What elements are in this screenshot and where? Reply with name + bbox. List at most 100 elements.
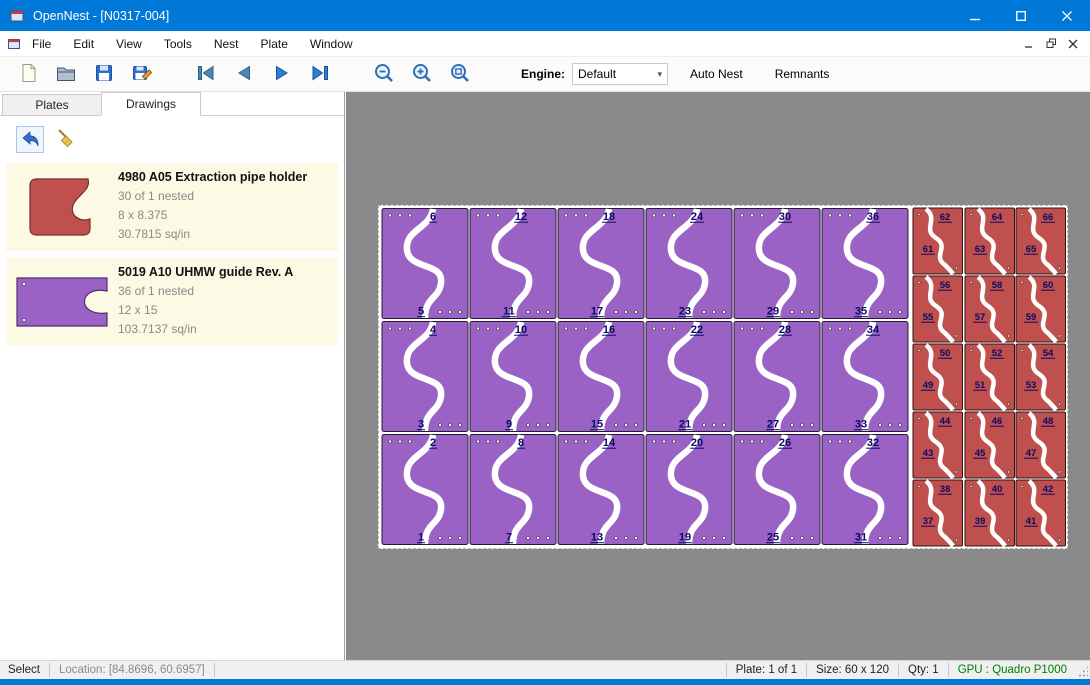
menu-plate[interactable]: Plate — [250, 33, 299, 55]
svg-text:2: 2 — [430, 437, 436, 449]
nest-part-pair[interactable]: 6665 — [1015, 207, 1067, 275]
nest-part-pair[interactable]: 43 — [381, 320, 469, 433]
nest-part-pair[interactable]: 2827 — [733, 320, 821, 433]
svg-text:8: 8 — [518, 437, 524, 449]
mdi-child-icon[interactable] — [7, 37, 21, 51]
first-plate-button[interactable] — [190, 59, 222, 89]
tab-drawings[interactable]: Drawings — [101, 92, 201, 116]
menu-bar: File Edit View Tools Nest Plate Window — [0, 31, 1090, 57]
zoom-in-button[interactable] — [406, 59, 438, 89]
maximize-button[interactable] — [998, 0, 1044, 31]
new-button[interactable] — [12, 59, 44, 89]
purple-grid: 65 1211 1817 2423 3029 3635 43 1 — [381, 207, 909, 546]
nest-part-pair[interactable]: 2221 — [645, 320, 733, 433]
menu-window[interactable]: Window — [299, 33, 364, 55]
svg-text:35: 35 — [855, 306, 867, 318]
statusbar-gpu: GPU : Quadro P1000 — [949, 664, 1076, 676]
nest-part-pair[interactable]: 4241 — [1015, 479, 1067, 547]
svg-text:16: 16 — [603, 324, 615, 336]
svg-text:36: 36 — [867, 211, 879, 223]
nest-part-pair[interactable]: 2019 — [645, 433, 733, 546]
zoom-out-button[interactable] — [368, 59, 400, 89]
drawing-list-item-2[interactable]: 5019 A10 UHMW guide Rev. A 36 of 1 neste… — [6, 258, 338, 346]
svg-text:17: 17 — [591, 306, 603, 318]
menu-view[interactable]: View — [105, 33, 153, 55]
drawing-name: 4980 A05 Extraction pipe holder — [118, 170, 307, 184]
svg-text:25: 25 — [767, 532, 779, 544]
menu-edit[interactable]: Edit — [62, 33, 105, 55]
remnants-button[interactable]: Remnants — [765, 61, 840, 87]
save-icon — [93, 62, 115, 87]
drawing-list-item-1[interactable]: 4980 A05 Extraction pipe holder 30 of 1 … — [6, 163, 338, 251]
nest-part-pair[interactable]: 109 — [469, 320, 557, 433]
nest-part-pair[interactable]: 4847 — [1015, 411, 1067, 479]
side-panel: Plates Drawings — [0, 92, 345, 660]
nest-part-pair[interactable]: 21 — [381, 433, 469, 546]
minimize-button[interactable] — [952, 0, 998, 31]
drawing-size: 12 x 15 — [118, 301, 293, 320]
svg-text:32: 32 — [867, 437, 879, 449]
nest-part-pair[interactable]: 1817 — [557, 207, 645, 320]
svg-text:54: 54 — [1043, 348, 1054, 359]
svg-text:40: 40 — [991, 484, 1002, 495]
engine-select[interactable]: Default ▾ — [572, 63, 668, 85]
tab-plates[interactable]: Plates — [2, 94, 102, 115]
nest-part-pair[interactable]: 6261 — [912, 207, 964, 275]
nest-part-pair[interactable]: 6059 — [1015, 275, 1067, 343]
auto-nest-button[interactable]: Auto Nest — [680, 61, 753, 87]
svg-text:10: 10 — [515, 324, 527, 336]
last-plate-button[interactable] — [304, 59, 336, 89]
plate[interactable]: 65 1211 1817 2423 3029 3635 43 1 — [378, 205, 1068, 549]
menu-tools[interactable]: Tools — [153, 33, 203, 55]
svg-text:51: 51 — [974, 380, 985, 391]
svg-text:53: 53 — [1026, 380, 1037, 391]
nest-part-pair[interactable]: 3231 — [821, 433, 909, 546]
save-button[interactable] — [88, 59, 120, 89]
tab-drawings-label: Drawings — [126, 97, 176, 111]
svg-text:5: 5 — [418, 306, 424, 318]
open-button[interactable] — [50, 59, 82, 89]
nest-part-pair[interactable]: 4645 — [964, 411, 1016, 479]
nest-part-pair[interactable]: 2625 — [733, 433, 821, 546]
mdi-minimize-button[interactable] — [1018, 34, 1040, 54]
next-plate-button[interactable] — [266, 59, 298, 89]
svg-text:38: 38 — [940, 484, 951, 495]
nest-part-pair[interactable]: 1211 — [469, 207, 557, 320]
nest-part-pair[interactable]: 54 53 — [1015, 343, 1067, 411]
svg-text:59: 59 — [1026, 312, 1037, 323]
nest-part-pair[interactable]: 1413 — [557, 433, 645, 546]
nest-part-pair[interactable]: 3433 — [821, 320, 909, 433]
mdi-restore-button[interactable] — [1040, 34, 1062, 54]
resize-grip[interactable] — [1076, 661, 1090, 679]
nest-part-pair[interactable]: 5049 — [912, 343, 964, 411]
nest-part-pair[interactable]: 5251 — [964, 343, 1016, 411]
nest-part-pair[interactable]: 4039 — [964, 479, 1016, 547]
nest-part-pair[interactable]: 65 — [381, 207, 469, 320]
svg-text:14: 14 — [603, 437, 616, 449]
mdi-close-button[interactable] — [1062, 34, 1084, 54]
nest-part-pair[interactable]: 36 35 — [821, 207, 909, 320]
nest-part-pair[interactable]: 4443 — [912, 411, 964, 479]
import-drawing-button[interactable] — [16, 126, 44, 153]
nest-part-pair[interactable]: 3029 — [733, 207, 821, 320]
nest-part-pair[interactable]: 1615 — [557, 320, 645, 433]
save-as-button[interactable] — [126, 59, 158, 89]
zoom-fit-button[interactable] — [444, 59, 476, 89]
nest-part-pair[interactable]: 2423 — [645, 207, 733, 320]
clear-drawings-button[interactable] — [51, 126, 79, 153]
menu-nest[interactable]: Nest — [203, 33, 250, 55]
nest-part-pair[interactable]: 87 — [469, 433, 557, 546]
zoom-in-icon — [411, 62, 433, 87]
nest-canvas[interactable]: 65 1211 1817 2423 3029 3635 43 1 — [346, 92, 1090, 660]
svg-text:34: 34 — [867, 324, 880, 336]
nest-part-pair[interactable]: 3837 — [912, 479, 964, 547]
previous-plate-button[interactable] — [228, 59, 260, 89]
menu-file[interactable]: File — [21, 33, 62, 55]
nest-part-pair[interactable]: 6463 — [964, 207, 1016, 275]
close-button[interactable] — [1044, 0, 1090, 31]
nest-part-pair[interactable]: 5857 — [964, 275, 1016, 343]
svg-text:66: 66 — [1043, 212, 1054, 223]
nest-part-pair[interactable]: 5655 — [912, 275, 964, 343]
first-arrow-icon — [195, 62, 217, 87]
window-title: OpenNest - [N0317-004] — [33, 9, 169, 23]
